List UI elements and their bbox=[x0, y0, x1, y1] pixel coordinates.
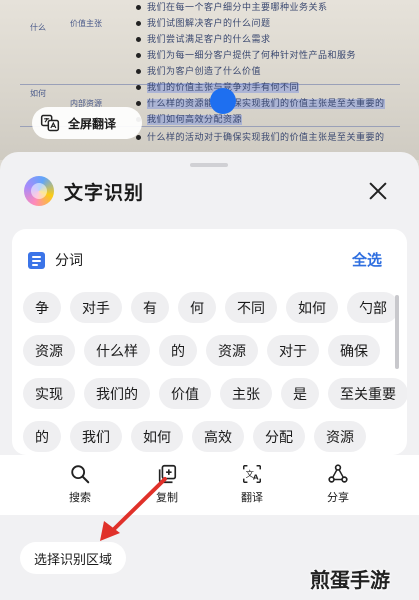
page-line: 我们如何高效分配资源 bbox=[136, 112, 243, 126]
search-icon bbox=[71, 465, 90, 484]
word-chips: 争 对手 有 何 不同 如何 勺部 资源 什么样 的 资源 对于 确保 实现 我… bbox=[23, 292, 407, 455]
select-all-button[interactable]: 全选 bbox=[352, 249, 382, 270]
word-chip[interactable]: 资源 bbox=[314, 421, 366, 452]
segment-icon bbox=[28, 251, 45, 269]
svg-text:A: A bbox=[253, 473, 259, 482]
chip-row: 争 对手 有 何 不同 如何 勺部 bbox=[23, 292, 399, 323]
page-line: 什么样的活动对于确保实现我们的价值主张是至关重要的 bbox=[136, 130, 385, 144]
word-chip[interactable]: 的 bbox=[159, 335, 197, 366]
copy-label: 复制 bbox=[156, 491, 178, 504]
word-chip[interactable]: 价值 bbox=[159, 378, 211, 409]
close-button[interactable] bbox=[364, 177, 392, 205]
word-chip[interactable]: 如何 bbox=[286, 292, 338, 323]
word-chip[interactable]: 资源 bbox=[206, 335, 258, 366]
search-button[interactable]: 搜索 bbox=[50, 463, 110, 505]
word-chip[interactable]: 确保 bbox=[328, 335, 380, 366]
page-line: 我们试图解决客户的什么问题 bbox=[136, 16, 271, 30]
sheet-header: 文字识别 bbox=[24, 174, 144, 208]
chip-row: 实现 我们的 价值 主张 是 至关重要 bbox=[23, 378, 407, 409]
translate-button[interactable]: 文 A 翻译 bbox=[222, 463, 282, 505]
word-chip[interactable]: 如何 bbox=[131, 421, 183, 452]
word-chip[interactable]: 高效 bbox=[192, 421, 244, 452]
share-icon bbox=[328, 464, 348, 483]
copy-button[interactable]: 复制 bbox=[137, 463, 197, 505]
chip-row: 的 我们 如何 高效 分配 资源 bbox=[23, 421, 383, 452]
word-chip[interactable]: 我们的 bbox=[84, 378, 150, 409]
sheet-drag-handle[interactable] bbox=[190, 163, 228, 167]
fullscreen-translate-button[interactable]: 全屏翻译 bbox=[32, 107, 142, 139]
word-chip[interactable]: 实现 bbox=[23, 378, 75, 409]
word-chip[interactable]: 是 bbox=[281, 378, 319, 409]
word-chip[interactable]: 对于 bbox=[267, 335, 319, 366]
selection-cursor-handle[interactable] bbox=[210, 88, 236, 114]
side-label: 价值主张 bbox=[70, 19, 102, 28]
side-label: 如何 bbox=[30, 89, 46, 98]
side-label: 什么 bbox=[30, 23, 46, 32]
segment-header: 分词 bbox=[28, 250, 83, 270]
close-icon bbox=[369, 182, 387, 200]
action-toolbar: 搜索 复制 文 A 翻译 分享 bbox=[0, 455, 419, 515]
page-line: 我们在每一个客户细分中主要哪种业务关系 bbox=[136, 0, 328, 14]
text-recognition-sheet: 文字识别 分词 全选 争 对手 有 何 不同 如何 勺部 资源 什么样 的 资源… bbox=[0, 152, 419, 600]
word-chip[interactable]: 主张 bbox=[220, 378, 272, 409]
page-line: 我们为客户创造了什么价值 bbox=[136, 64, 261, 78]
word-chip[interactable]: 分配 bbox=[253, 421, 305, 452]
word-chip[interactable]: 对手 bbox=[70, 292, 122, 323]
search-label: 搜索 bbox=[69, 491, 91, 504]
word-chip[interactable]: 至关重要 bbox=[328, 378, 407, 409]
page-line: 什么样的资源能够确保实现我们的价值主张是至关重要的 bbox=[136, 96, 385, 110]
fullscreen-translate-label: 全屏翻译 bbox=[68, 116, 117, 131]
chips-scrollbar[interactable] bbox=[395, 295, 399, 369]
share-button[interactable]: 分享 bbox=[308, 463, 368, 505]
word-chip[interactable]: 资源 bbox=[23, 335, 75, 366]
word-chip[interactable]: 争 bbox=[23, 292, 61, 323]
word-chip[interactable]: 的 bbox=[23, 421, 61, 452]
word-chip[interactable]: 有 bbox=[131, 292, 169, 323]
word-chip[interactable]: 什么样 bbox=[84, 335, 150, 366]
word-segment-card: 分词 全选 争 对手 有 何 不同 如何 勺部 资源 什么样 的 资源 对于 确… bbox=[12, 229, 407, 455]
word-chip[interactable]: 不同 bbox=[225, 292, 277, 323]
page-line: 我们为每一细分客户提供了何种针对性产品和服务 bbox=[136, 48, 356, 62]
copy-icon bbox=[158, 464, 177, 484]
watermark: 煎蛋手游 bbox=[310, 568, 390, 592]
word-chip[interactable]: 勺部 bbox=[347, 292, 399, 323]
translate-icon: 文 A bbox=[243, 465, 261, 483]
sheet-title: 文字识别 bbox=[64, 181, 145, 204]
translate-label: 翻译 bbox=[241, 491, 263, 504]
word-chip[interactable]: 何 bbox=[178, 292, 216, 323]
select-area-button[interactable]: 选择识别区域 bbox=[20, 542, 127, 574]
chip-row: 资源 什么样 的 资源 对于 确保 bbox=[23, 335, 383, 366]
share-label: 分享 bbox=[327, 491, 349, 504]
segment-label: 分词 bbox=[55, 253, 83, 269]
translate-icon bbox=[40, 114, 60, 132]
word-chip[interactable]: 我们 bbox=[70, 421, 122, 452]
app-logo-icon bbox=[24, 176, 54, 206]
page-line: 我们尝试满足客户的什么需求 bbox=[136, 32, 271, 46]
